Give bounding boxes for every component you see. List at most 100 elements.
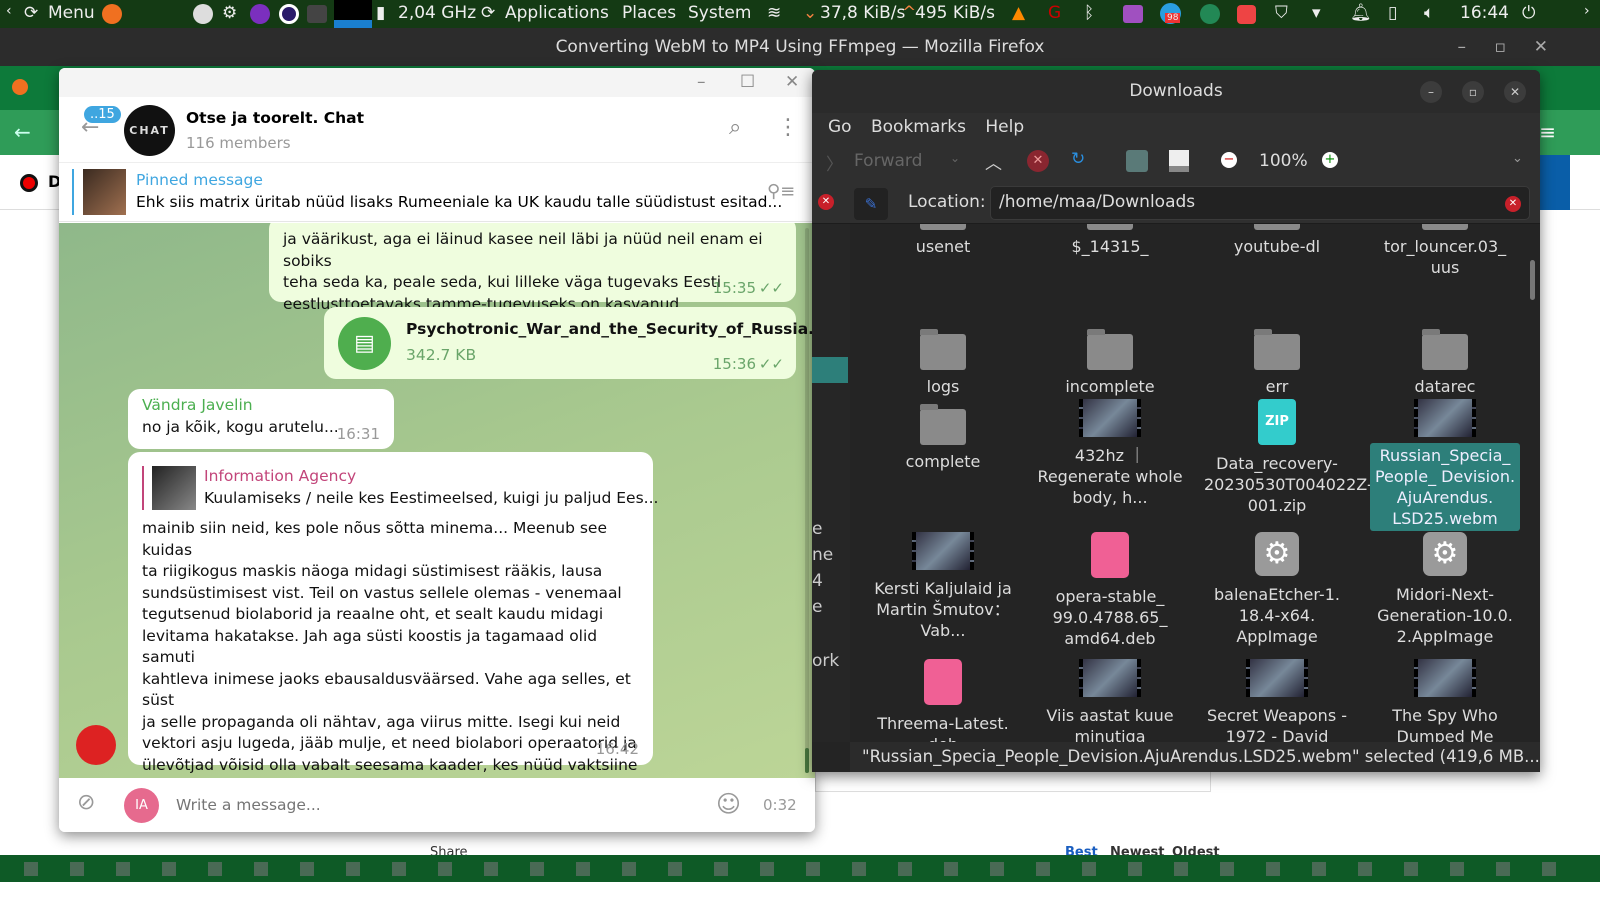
home-icon[interactable] bbox=[1126, 150, 1148, 172]
taskbar-window-button[interactable] bbox=[1128, 861, 1142, 876]
wifi-icon[interactable]: ▾ bbox=[1312, 3, 1321, 23]
pinned-message-bar[interactable]: Pinned message Ehk siis matrix üritab nü… bbox=[59, 163, 815, 222]
file-item[interactable]: ⚙ balenaEtcher-1. 18.4-x64. AppImage bbox=[1202, 532, 1352, 649]
taskbar-window-button[interactable] bbox=[576, 861, 590, 876]
maximize-icon[interactable]: ▫ bbox=[1494, 28, 1506, 66]
close-button[interactable]: ✕ bbox=[1504, 81, 1526, 103]
taskbar-window-button[interactable] bbox=[24, 861, 38, 876]
location-input[interactable]: /home/maa/Downloads ✕ bbox=[990, 186, 1530, 220]
close-icon[interactable]: ✕ bbox=[785, 72, 799, 92]
chat-title[interactable]: Otse ja toorelt. Chat bbox=[186, 109, 364, 127]
file-item[interactable]: Russian_Specia_ People_ Devision. AjuAre… bbox=[1370, 399, 1520, 531]
file-item[interactable]: usenet bbox=[868, 224, 1018, 259]
taskbar-window-button[interactable] bbox=[898, 861, 912, 876]
menu-help[interactable]: Help bbox=[985, 117, 1024, 137]
battery-icon[interactable]: ▯ bbox=[1388, 3, 1397, 23]
computer-icon[interactable] bbox=[1169, 150, 1189, 172]
taskbar-window-button[interactable] bbox=[852, 861, 866, 876]
system-menu[interactable]: System bbox=[688, 3, 751, 23]
bluetooth-icon[interactable]: ᛒ bbox=[1084, 3, 1094, 23]
taskbar-window-button[interactable] bbox=[530, 861, 544, 876]
minimize-icon[interactable]: – bbox=[697, 72, 706, 92]
taskbar-window-button[interactable] bbox=[1542, 861, 1556, 876]
taskbar-window-button[interactable] bbox=[990, 861, 1004, 876]
stop-icon[interactable]: ✕ bbox=[1027, 150, 1049, 172]
audio-app-icon[interactable] bbox=[1123, 5, 1143, 23]
sender-avatar[interactable] bbox=[76, 725, 116, 765]
taskbar-window-button[interactable] bbox=[1358, 861, 1372, 876]
minimize-icon[interactable]: – bbox=[1458, 28, 1467, 66]
taskbar-window-button[interactable] bbox=[1450, 861, 1464, 876]
taskbar-window-button[interactable] bbox=[208, 861, 222, 876]
file-name[interactable]: Psychotronic_War_and_the_Security_of_Rus… bbox=[406, 319, 815, 341]
taskbar-window-button[interactable] bbox=[622, 861, 636, 876]
sidebar-item[interactable]: ork bbox=[812, 651, 839, 671]
file-item[interactable]: youtube-dl bbox=[1202, 224, 1352, 259]
taskbar-window-button[interactable] bbox=[254, 861, 268, 876]
zoom-out-icon[interactable]: − bbox=[1221, 152, 1237, 168]
clock[interactable]: 16:44 bbox=[1460, 3, 1509, 23]
zoom-in-icon[interactable]: + bbox=[1322, 152, 1338, 168]
volume-icon[interactable]: 🔈︎ bbox=[1424, 3, 1434, 23]
shield-icon[interactable]: ⛉ bbox=[1275, 3, 1288, 23]
send-as-avatar[interactable]: IA bbox=[124, 788, 159, 823]
clear-location-icon[interactable]: ✕ bbox=[1505, 196, 1521, 212]
taskbar-window-button[interactable] bbox=[484, 861, 498, 876]
file-item[interactable]: opera-stable_ 99.0.4788.65_ amd64.deb bbox=[1035, 532, 1185, 651]
file-item[interactable]: complete bbox=[868, 404, 1018, 474]
menu-go[interactable]: Go bbox=[828, 117, 852, 137]
reload-icon[interactable]: ↻ bbox=[1071, 149, 1085, 169]
firefox-launcher-icon[interactable] bbox=[102, 4, 122, 24]
taskbar-window-button[interactable] bbox=[1312, 861, 1326, 876]
scrollbar[interactable] bbox=[805, 228, 809, 773]
mpx-icon[interactable]: G bbox=[1048, 3, 1061, 23]
menu-button[interactable]: Menu bbox=[48, 3, 95, 23]
taskbar-window-button[interactable] bbox=[1036, 861, 1050, 876]
close-sidebar-icon[interactable]: ✕ bbox=[818, 194, 834, 210]
file-item[interactable]: datarec bbox=[1370, 329, 1520, 399]
forward-dropdown-icon[interactable]: ⌄ bbox=[950, 151, 960, 165]
accessibility-icon[interactable] bbox=[193, 4, 213, 24]
taskbar-window-button[interactable] bbox=[1496, 861, 1510, 876]
document-icon[interactable]: ▤ bbox=[338, 317, 391, 370]
minimize-button[interactable]: – bbox=[1420, 81, 1442, 103]
power-icon[interactable]: ⏻ bbox=[1522, 3, 1535, 23]
terminal-icon[interactable] bbox=[307, 5, 327, 23]
menu-bookmarks[interactable]: Bookmarks bbox=[871, 117, 966, 137]
message-author[interactable]: Vändra Javelin bbox=[142, 395, 380, 417]
taskbar-window-button[interactable] bbox=[70, 861, 84, 876]
close-icon[interactable]: ✕ bbox=[1534, 28, 1548, 66]
blocker-icon[interactable] bbox=[1237, 5, 1256, 24]
toolbar-overflow-icon[interactable]: ⌄ bbox=[1512, 151, 1523, 166]
member-count[interactable]: 116 members bbox=[186, 134, 291, 152]
sidebar-item[interactable]: e bbox=[812, 519, 822, 539]
taskbar-window-button[interactable] bbox=[714, 861, 728, 876]
taskbar-window-button[interactable] bbox=[392, 861, 406, 876]
settings-icon[interactable]: ⚙ bbox=[222, 3, 237, 23]
attach-icon[interactable]: ⊘ bbox=[77, 790, 95, 815]
taskbar-window-button[interactable] bbox=[1220, 861, 1234, 876]
taskbar-window-button[interactable] bbox=[438, 861, 452, 876]
file-item[interactable]: 432hz ｜ Regenerate whole body, h... bbox=[1035, 399, 1185, 510]
file-item[interactable]: ZIP Data_recovery-20230530T004022Z-001.zi… bbox=[1202, 399, 1373, 518]
taskbar-window-button[interactable] bbox=[806, 861, 820, 876]
maximize-icon[interactable]: ☐ bbox=[740, 72, 755, 92]
taskbar-window-button[interactable] bbox=[760, 861, 774, 876]
taskbar-window-button[interactable] bbox=[1266, 861, 1280, 876]
tor-icon[interactable] bbox=[250, 4, 270, 24]
taskbar-window-button[interactable] bbox=[116, 861, 130, 876]
file-item[interactable]: ⚙ Midori-Next- Generation-10.0. 2.AppImag… bbox=[1370, 532, 1520, 649]
file-item[interactable]: incomplete bbox=[1035, 329, 1185, 399]
menu-icon[interactable]: ⟳ bbox=[24, 3, 38, 23]
taskbar-window-button[interactable] bbox=[668, 861, 682, 876]
back-icon[interactable]: ← bbox=[14, 120, 31, 144]
taskbar-window-button[interactable] bbox=[300, 861, 314, 876]
unpin-icon[interactable]: ⚲≡ bbox=[767, 181, 795, 202]
file-item[interactable]: tor_louncer.03_ uus bbox=[1370, 224, 1520, 280]
taskbar-window-button[interactable] bbox=[162, 861, 176, 876]
more-options-icon[interactable]: ⋮ bbox=[777, 115, 799, 140]
scrollbar[interactable] bbox=[1530, 260, 1535, 300]
file-item[interactable]: logs bbox=[868, 329, 1018, 399]
sidebar-item[interactable]: 4 bbox=[812, 571, 823, 591]
panel-left-arrow[interactable]: ‹ bbox=[6, 3, 12, 19]
